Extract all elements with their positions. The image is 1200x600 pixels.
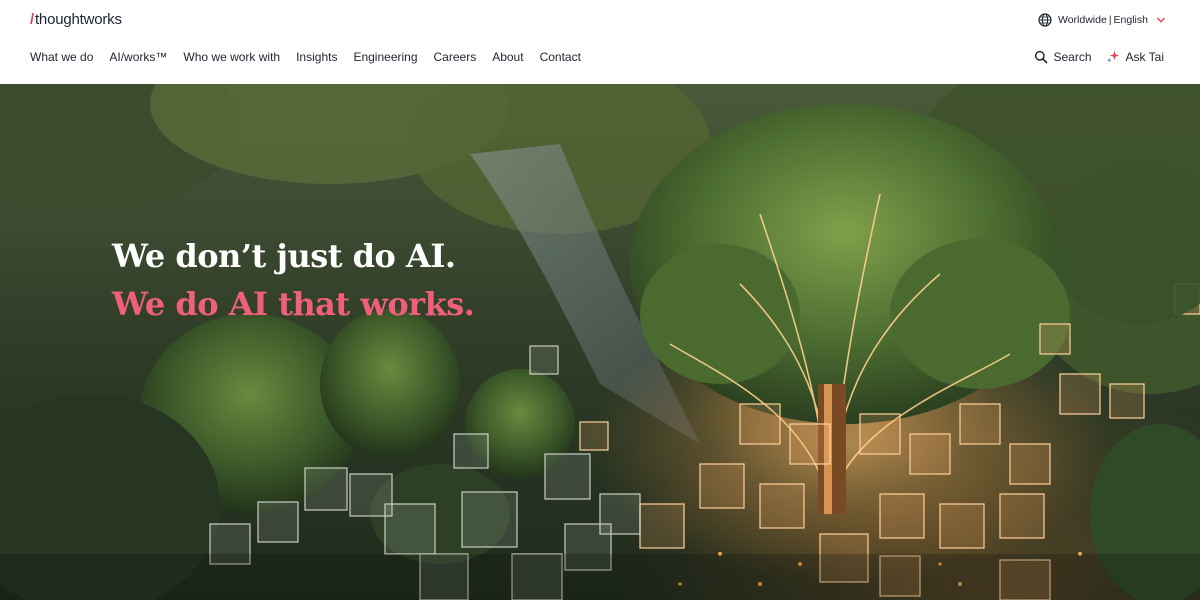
ask-tai-button[interactable]: Ask Tai xyxy=(1106,50,1164,64)
logo-wordmark: thoughtworks xyxy=(34,11,122,28)
hero-headline-line1: We don’t just do AI. xyxy=(112,237,456,275)
nav-item-what-we-do[interactable]: What we do xyxy=(30,50,93,64)
header-actions: Search Ask Tai xyxy=(1034,47,1164,67)
thoughtworks-logo[interactable]: / thoughtworks xyxy=(30,11,122,28)
locale-separator: | xyxy=(1108,14,1112,26)
main-nav: What we do AI/works™ Who we work with In… xyxy=(30,48,581,66)
search-icon xyxy=(1034,50,1048,64)
nav-item-ai-works[interactable]: AI/works™ xyxy=(109,50,167,64)
search-button[interactable]: Search xyxy=(1034,50,1092,64)
locale-language: English xyxy=(1113,14,1148,26)
nav-item-engineering[interactable]: Engineering xyxy=(353,50,417,64)
ask-tai-label: Ask Tai xyxy=(1125,50,1164,64)
nav-item-about[interactable]: About xyxy=(492,50,523,64)
nav-item-who-we-work-with[interactable]: Who we work with xyxy=(183,50,280,64)
site-header: / thoughtworks Worldwide | English What … xyxy=(0,0,1200,84)
locale-selector[interactable]: Worldwide | English xyxy=(1038,11,1166,29)
hero-image xyxy=(0,84,1200,600)
page: / thoughtworks Worldwide | English What … xyxy=(0,0,1200,600)
search-label: Search xyxy=(1053,50,1092,64)
locale-region: Worldwide xyxy=(1057,14,1107,26)
nav-item-insights[interactable]: Insights xyxy=(296,50,337,64)
hero-banner: We don’t just do AI. We do AI that works… xyxy=(0,84,1200,600)
chevron-down-icon xyxy=(1156,15,1166,25)
sparkle-icon xyxy=(1106,50,1120,64)
nav-item-careers[interactable]: Careers xyxy=(434,50,477,64)
globe-icon xyxy=(1038,13,1052,27)
logo-slash: / xyxy=(30,11,34,28)
hero-headline-line2: We do AI that works. xyxy=(112,285,475,323)
nav-item-contact[interactable]: Contact xyxy=(540,50,581,64)
hero-text: We don’t just do AI. We do AI that works… xyxy=(112,232,475,328)
